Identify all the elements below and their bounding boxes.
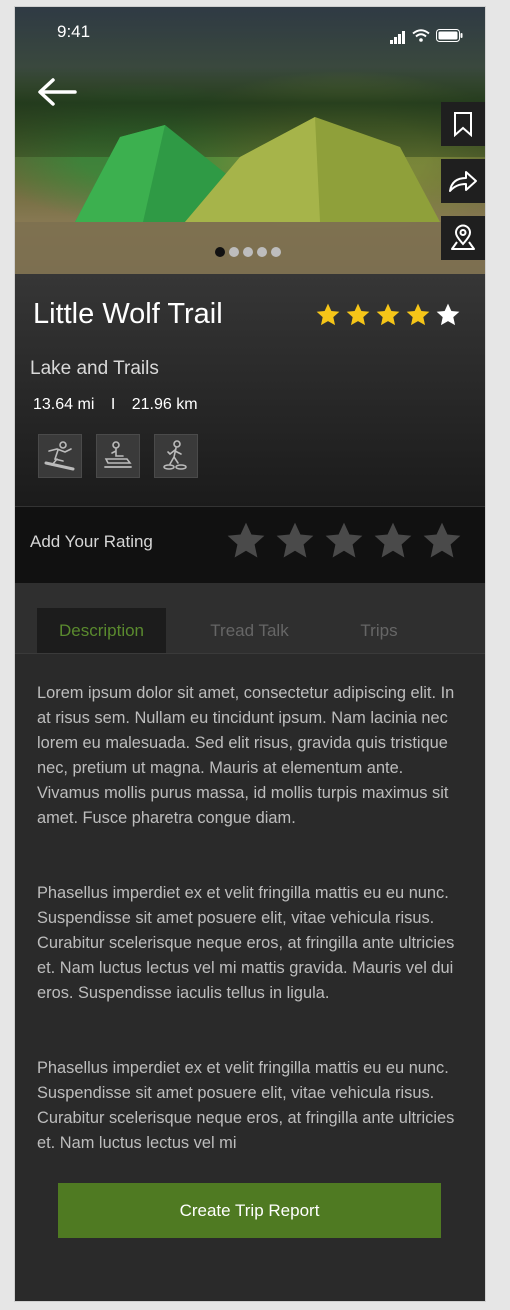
wifi-icon: [412, 28, 430, 42]
trail-subtitle: Lake and Trails: [30, 358, 159, 379]
add-rating-row: Add Your Rating: [15, 506, 485, 584]
snowmobile-icon: [104, 441, 132, 468]
snowshoe-icon: [163, 440, 187, 470]
activity-snowboard: [38, 434, 82, 478]
add-rating-label: Add Your Rating: [30, 532, 153, 551]
rate-star-icon[interactable]: [323, 520, 365, 562]
bookmark-button[interactable]: [441, 102, 485, 146]
tab-tread-talk[interactable]: Tread Talk: [186, 608, 313, 653]
activity-snowshoe: [154, 434, 198, 478]
status-icons: [390, 26, 463, 44]
star-icon: [346, 303, 370, 326]
back-arrow-icon[interactable]: [35, 75, 79, 109]
description-paragraph: Phasellus imperdiet ex et velit fringill…: [37, 1059, 455, 1152]
rate-star-icon[interactable]: [225, 520, 267, 562]
carousel-dot[interactable]: [271, 247, 281, 257]
rate-star-icon[interactable]: [274, 520, 316, 562]
share-icon: [449, 171, 477, 192]
star-icon: [316, 303, 340, 326]
share-button[interactable]: [441, 159, 485, 203]
carousel-dot[interactable]: [257, 247, 267, 257]
distance-miles: 13.64 mi: [33, 396, 95, 413]
carousel-dots[interactable]: [215, 247, 281, 257]
create-trip-report-button[interactable]: Create Trip Report: [58, 1183, 441, 1238]
snowboard-icon: [44, 441, 75, 471]
trail-info: Little Wolf Trail Lake and Trails 13.64 …: [15, 274, 485, 506]
distance-separator: I: [110, 396, 116, 413]
rate-star-icon[interactable]: [372, 520, 414, 562]
tab-bar: Description Tread Talk Trips: [15, 583, 485, 653]
rate-star-icon[interactable]: [421, 520, 463, 562]
carousel-dot[interactable]: [243, 247, 253, 257]
status-time: 9:41: [57, 22, 91, 41]
activity-list: [38, 434, 198, 478]
map-pin-button[interactable]: [441, 216, 485, 260]
user-rating-stars[interactable]: [225, 520, 463, 562]
activity-snowmobile: [96, 434, 140, 478]
carousel-dot[interactable]: [229, 247, 239, 257]
trail-rating-stars: [315, 302, 461, 328]
tab-description[interactable]: Description: [37, 608, 166, 653]
signal-icon: [390, 26, 406, 44]
tab-trips[interactable]: Trips: [325, 608, 433, 653]
tents-illustration: [15, 117, 485, 274]
star-icon: [376, 303, 400, 326]
carousel-dot[interactable]: [215, 247, 225, 257]
phone-screen: 9:41 Little Wolf Trail Lake and Trails 1…: [15, 7, 485, 1301]
map-pin-icon: [451, 224, 475, 250]
star-icon: [436, 303, 460, 326]
trail-distance: 13.64 mi I 21.96 km: [33, 396, 198, 414]
description-paragraph: Lorem ipsum dolor sit amet, consectetur …: [37, 684, 455, 827]
star-icon: [406, 303, 430, 326]
battery-icon: [436, 28, 463, 42]
bookmark-icon: [454, 112, 472, 137]
trail-title: Little Wolf Trail: [33, 298, 223, 330]
distance-km: 21.96 km: [131, 396, 198, 413]
description-panel: Lorem ipsum dolor sit amet, consectetur …: [15, 653, 485, 1301]
hero-image: 9:41: [15, 7, 485, 274]
description-paragraph: Phasellus imperdiet ex et velit fringill…: [37, 884, 455, 1002]
